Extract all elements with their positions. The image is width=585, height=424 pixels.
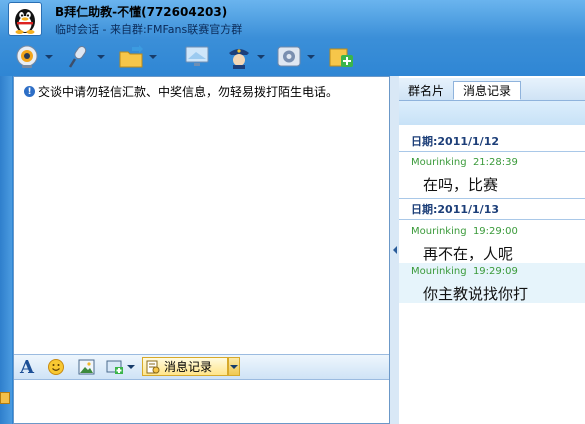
avatar[interactable]	[8, 2, 42, 36]
chevron-down-icon	[230, 364, 238, 369]
contact-name: B拜仁助教-不懂(772604203)	[55, 5, 228, 19]
message-history-button[interactable]: 消息记录	[142, 357, 228, 376]
screenshot-icon	[106, 360, 123, 374]
message-meta: Mourinking 19:29:09	[411, 266, 518, 277]
history-label: 消息记录	[164, 360, 213, 374]
send-file-button[interactable]	[118, 42, 157, 72]
message-sender: Mourinking	[411, 157, 467, 168]
history-message: Mourinking 21:28:39 在吗，比赛	[399, 154, 585, 194]
date-header: 日期:2011/1/12	[399, 130, 585, 152]
message-text: 再不在，人呢	[423, 245, 514, 263]
webcam-icon	[16, 45, 38, 68]
font-button[interactable]: A	[20, 356, 34, 378]
tab-message-history[interactable]: 消息记录	[453, 81, 521, 100]
message-time: 19:29:09	[472, 266, 518, 277]
add-app-button[interactable]	[328, 42, 354, 72]
history-dropdown[interactable]	[228, 357, 240, 376]
monitor-icon	[185, 46, 209, 66]
chevron-down-icon[interactable]	[307, 55, 315, 59]
input-toolbar: A 消息记录	[14, 354, 389, 380]
remote-desktop-button[interactable]	[184, 42, 210, 72]
chevron-left-icon	[392, 246, 397, 254]
image-icon	[78, 359, 95, 375]
folder-transfer-icon	[119, 45, 143, 68]
settings-button[interactable]	[276, 42, 315, 72]
message-sender: Mourinking	[411, 266, 467, 277]
panel-collapse-toggle[interactable]	[390, 76, 399, 424]
history-toolbar	[399, 101, 585, 125]
notice-text: 交谈中请勿轻信汇款、中奖信息，勿轻易拨打陌生电话。	[38, 85, 339, 99]
video-call-button[interactable]	[14, 42, 53, 72]
message-time: 21:28:39	[472, 157, 518, 168]
message-input[interactable]	[14, 380, 389, 423]
security-button[interactable]	[226, 42, 265, 72]
info-icon: !	[24, 86, 35, 97]
chevron-down-icon[interactable]	[149, 55, 157, 59]
smiley-icon	[48, 359, 64, 375]
chat-window: B拜仁助教-不懂(772604203) 临时会话 - 来自群:FMFans联赛官…	[0, 0, 585, 424]
image-button[interactable]	[78, 357, 95, 377]
microphone-icon	[68, 46, 87, 68]
message-text: 在吗，比赛	[423, 176, 499, 194]
add-icon	[329, 48, 353, 67]
penguin-icon	[15, 9, 35, 34]
lock-icon	[0, 392, 10, 404]
emoji-button[interactable]	[48, 357, 64, 377]
main-toolbar	[14, 40, 394, 74]
message-time: 19:29:00	[472, 226, 518, 237]
message-meta: Mourinking 21:28:39	[411, 157, 518, 168]
voice-call-button[interactable]	[66, 42, 105, 72]
message-text: 你主教说找你打	[423, 285, 529, 303]
window-edge	[0, 76, 12, 424]
history-message: Mourinking 19:29:00 再不在，人呢	[399, 223, 585, 263]
police-icon	[229, 49, 249, 69]
chat-panel: ! 交谈中请勿轻信汇款、中奖信息，勿轻易拨打陌生电话。 A 消息记录	[13, 76, 390, 424]
chevron-down-icon[interactable]	[45, 55, 53, 59]
history-message-selected[interactable]: Mourinking 19:29:09 你主教说找你打	[399, 263, 585, 303]
screenshot-button[interactable]	[106, 357, 135, 377]
side-panel: 群名片 消息记录 日期:2011/1/12 Mourinking 21:28:3…	[399, 76, 585, 424]
chevron-down-icon[interactable]	[127, 365, 135, 369]
chevron-down-icon[interactable]	[97, 55, 105, 59]
message-sender: Mourinking	[411, 226, 467, 237]
chevron-down-icon[interactable]	[257, 55, 265, 59]
side-tabs: 群名片 消息记录	[399, 78, 585, 101]
session-info: 临时会话 - 来自群:FMFans联赛官方群	[55, 23, 243, 36]
font-icon: A	[20, 356, 34, 378]
date-header: 日期:2011/1/13	[399, 198, 585, 220]
message-meta: Mourinking 19:29:00	[411, 226, 518, 237]
tab-group-card[interactable]: 群名片	[403, 81, 449, 100]
history-icon	[146, 360, 160, 373]
security-notice: ! 交谈中请勿轻信汇款、中奖信息，勿轻易拨打陌生电话。	[24, 83, 338, 100]
settings-icon	[277, 46, 301, 67]
